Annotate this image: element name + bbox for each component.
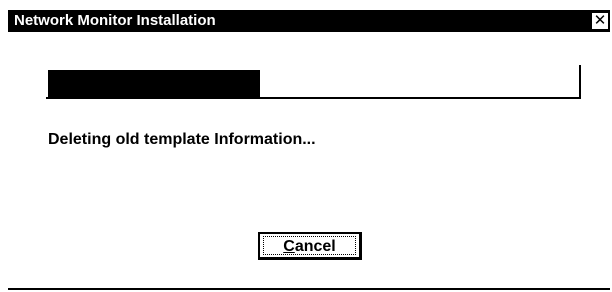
status-message: Deleting old template Information... [48, 131, 316, 148]
close-icon: ✕ [593, 12, 607, 29]
cancel-button-label: Cancel [263, 236, 356, 255]
title-bar[interactable]: Network Monitor Installation ✕ [8, 10, 610, 32]
window-title: Network Monitor Installation [14, 12, 216, 29]
dialog-bottom-edge [8, 288, 610, 290]
cancel-label-rest: ancel [294, 238, 336, 255]
cancel-mnemonic: C [283, 238, 295, 255]
progress-fill [48, 70, 260, 97]
cancel-button[interactable]: Cancel [258, 232, 362, 260]
progress-track [48, 70, 577, 97]
installation-dialog: Network Monitor Installation ✕ Deleting … [0, 0, 612, 292]
close-button[interactable]: ✕ [591, 12, 609, 30]
progress-bar [46, 65, 581, 99]
